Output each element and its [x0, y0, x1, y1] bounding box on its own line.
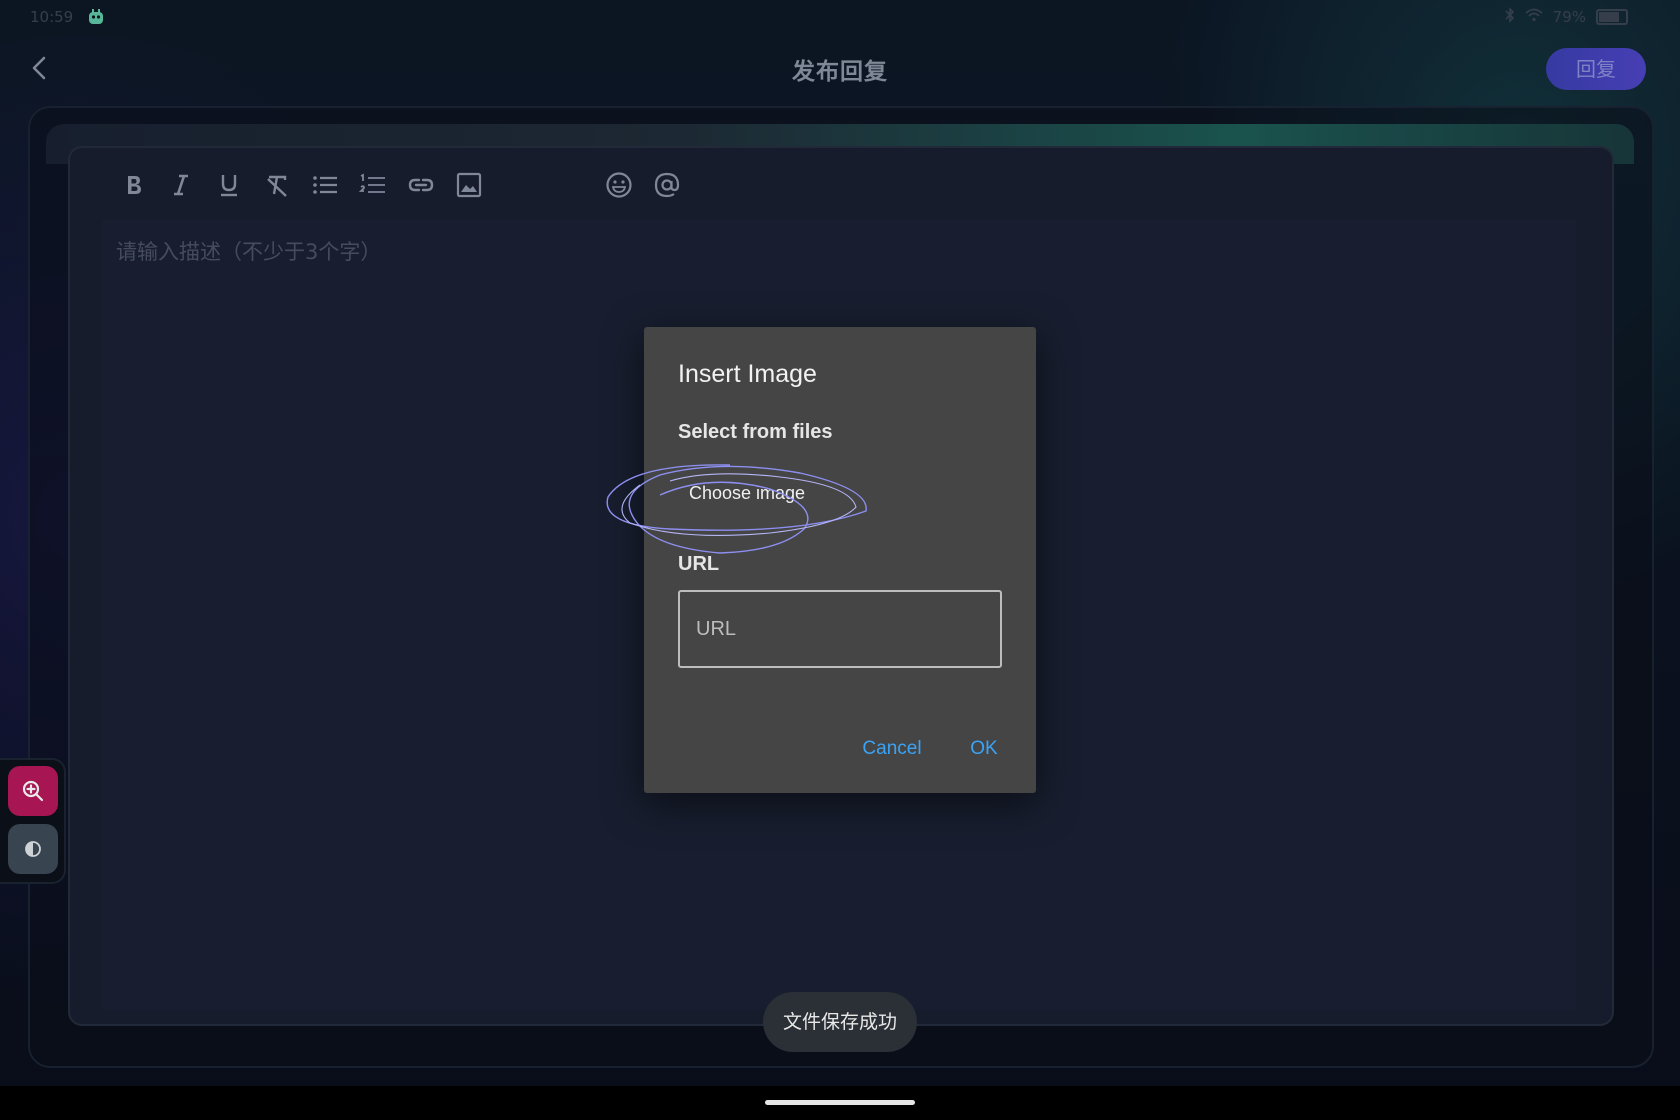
ok-button[interactable]: OK — [956, 731, 1012, 767]
home-indicator[interactable] — [765, 1100, 915, 1105]
choose-image-button[interactable]: Choose image — [678, 475, 816, 511]
toast-message: 文件保存成功 — [763, 992, 917, 1052]
navigation-bar — [0, 1086, 1680, 1120]
cancel-button[interactable]: Cancel — [844, 731, 940, 767]
url-label: URL — [678, 553, 720, 575]
screen: 10:59 79% 发布回复 回复 请输入描述（不少于3个字） Insert I… — [0, 0, 1680, 1120]
insert-image-dialog: Insert Image Select from files Choose im… — [644, 327, 1036, 793]
select-from-files-label: Select from files — [678, 421, 833, 443]
dialog-title: Insert Image — [678, 360, 817, 388]
url-input[interactable] — [678, 590, 1002, 668]
